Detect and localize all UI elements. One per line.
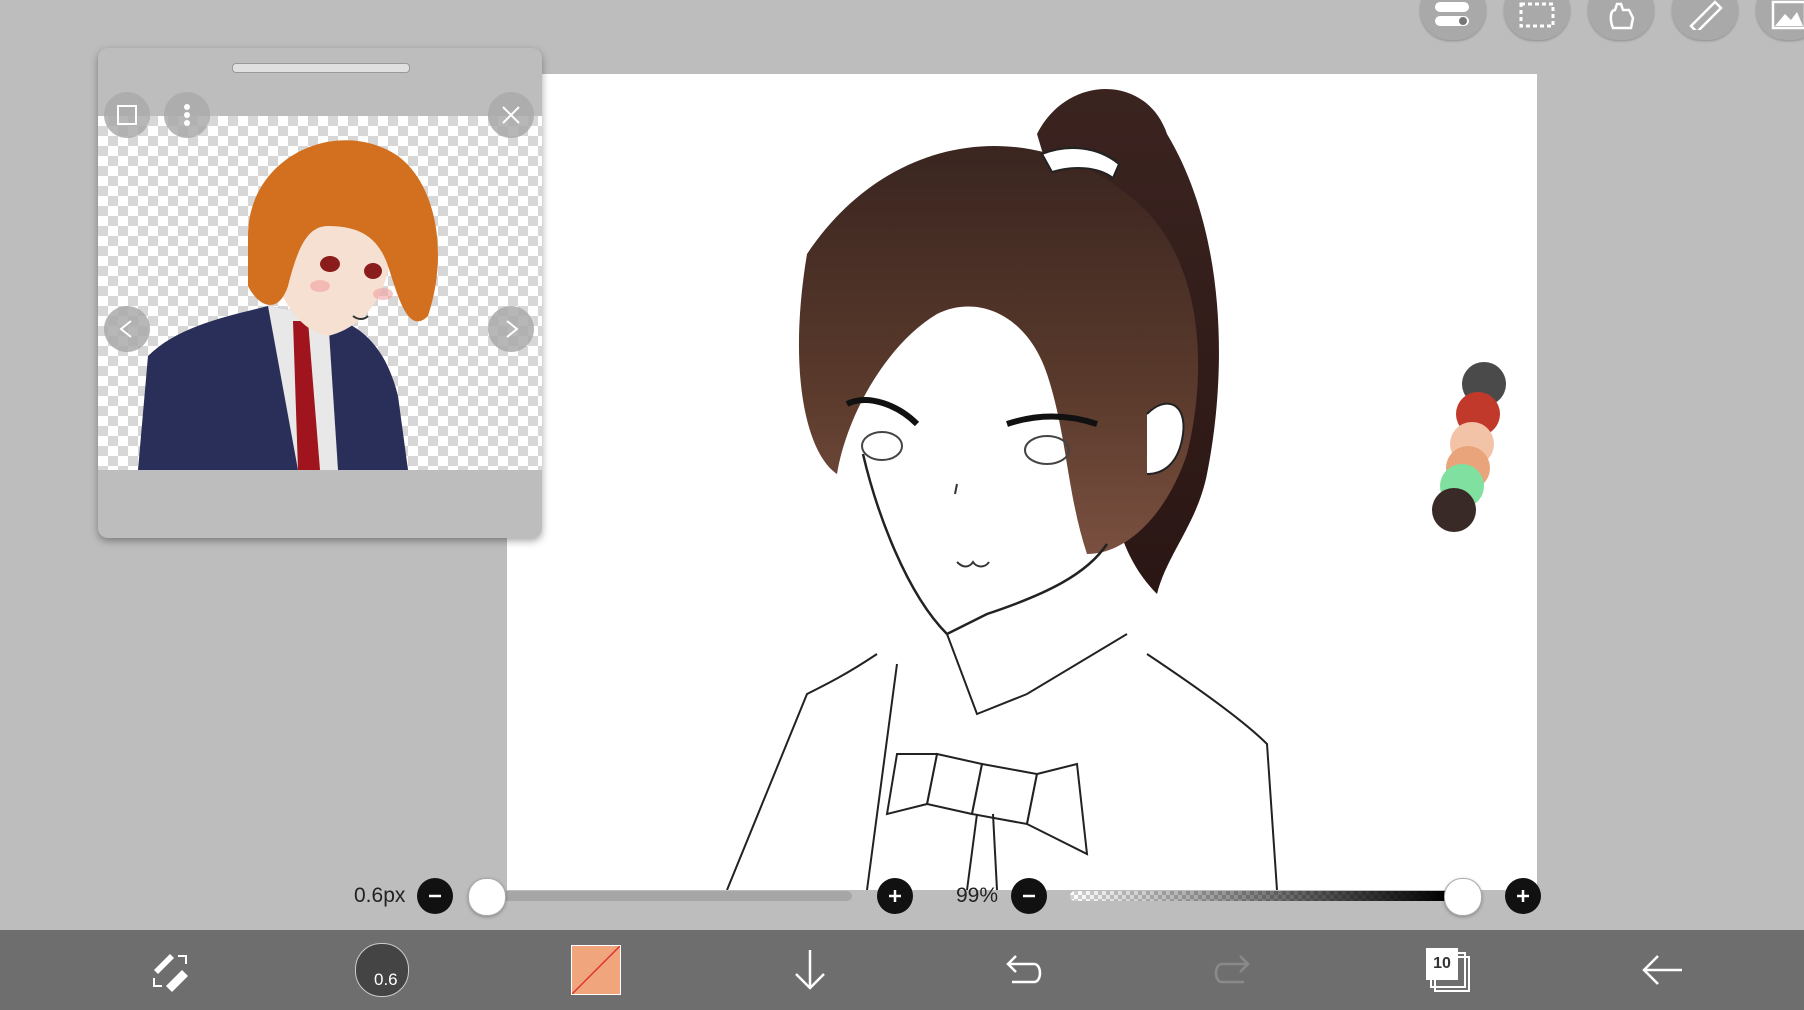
plus-icon <box>1517 890 1529 902</box>
opacity-slider-knob[interactable] <box>1444 878 1483 916</box>
ruler-button[interactable] <box>1672 0 1738 40</box>
image-button[interactable] <box>1756 0 1804 40</box>
image-icon <box>1771 0 1804 30</box>
brush-size-badge: 0.6 <box>374 970 398 989</box>
download-button[interactable] <box>780 930 840 1010</box>
layer-icon <box>117 105 137 125</box>
reference-more-button[interactable] <box>164 92 210 138</box>
arrow-down-icon <box>795 950 825 990</box>
close-icon <box>502 106 520 124</box>
selection-icon <box>1519 2 1555 28</box>
opacity-track[interactable] <box>1070 891 1466 901</box>
plus-icon <box>889 890 901 902</box>
ruler-icon <box>1689 0 1723 30</box>
brush-size-track[interactable] <box>486 891 852 901</box>
reference-image <box>98 116 542 470</box>
color-button[interactable] <box>566 930 626 1010</box>
selection-button[interactable] <box>1504 0 1570 40</box>
reference-close-button[interactable] <box>488 92 534 138</box>
current-color-swatch <box>571 945 621 995</box>
hand-icon <box>1609 2 1635 30</box>
reference-next-button[interactable] <box>488 306 534 352</box>
reference-layer-button[interactable] <box>104 92 150 138</box>
redo-button[interactable] <box>1204 930 1264 1010</box>
arrow-left-icon <box>1642 955 1682 985</box>
next-icon <box>506 320 519 338</box>
swatch-slash <box>572 946 620 994</box>
reference-artwork <box>138 140 438 470</box>
palette-color-6[interactable] <box>1432 488 1476 532</box>
redo-icon <box>1214 955 1250 984</box>
brush-size-decrease-button[interactable] <box>417 878 453 914</box>
reference-prev-button[interactable] <box>104 306 150 352</box>
brush-size-increase-button[interactable] <box>877 878 913 914</box>
opacity-decrease-button[interactable] <box>1011 878 1047 914</box>
back-button[interactable] <box>1632 930 1692 1010</box>
brush-size-label: 0.6px <box>354 884 406 907</box>
pen-eraser-switch-icon <box>153 954 188 992</box>
prev-icon <box>119 320 132 338</box>
brush-size-slider-knob[interactable] <box>468 878 506 916</box>
canvas-artwork <box>726 89 1278 890</box>
opacity-label: 99% <box>956 884 999 907</box>
bottom-toolbar: 0.6 10 <box>0 930 1804 1010</box>
brush-size-button[interactable]: 0.6 <box>352 930 412 1010</box>
drawing-canvas[interactable] <box>507 74 1537 890</box>
layers-button[interactable]: 10 <box>1418 930 1478 1010</box>
color-palette[interactable] <box>1428 360 1518 540</box>
hand-button[interactable] <box>1588 0 1654 40</box>
reference-window-grip[interactable] <box>232 63 410 73</box>
toggle-button[interactable] <box>1420 0 1486 40</box>
undo-icon <box>1006 955 1042 984</box>
reference-window[interactable] <box>98 48 542 538</box>
undo-button[interactable] <box>992 930 1052 1010</box>
tool-switch-button[interactable] <box>140 930 200 1010</box>
minus-icon <box>429 894 441 898</box>
layers-icon: 10 <box>1426 948 1470 992</box>
brush-preview-icon: 0.6 <box>355 943 409 997</box>
minus-icon <box>1023 894 1035 898</box>
layers-count: 10 <box>1426 948 1458 980</box>
toggle-icon <box>1435 2 1469 26</box>
more-icon <box>184 104 190 126</box>
opacity-increase-button[interactable] <box>1505 878 1541 914</box>
